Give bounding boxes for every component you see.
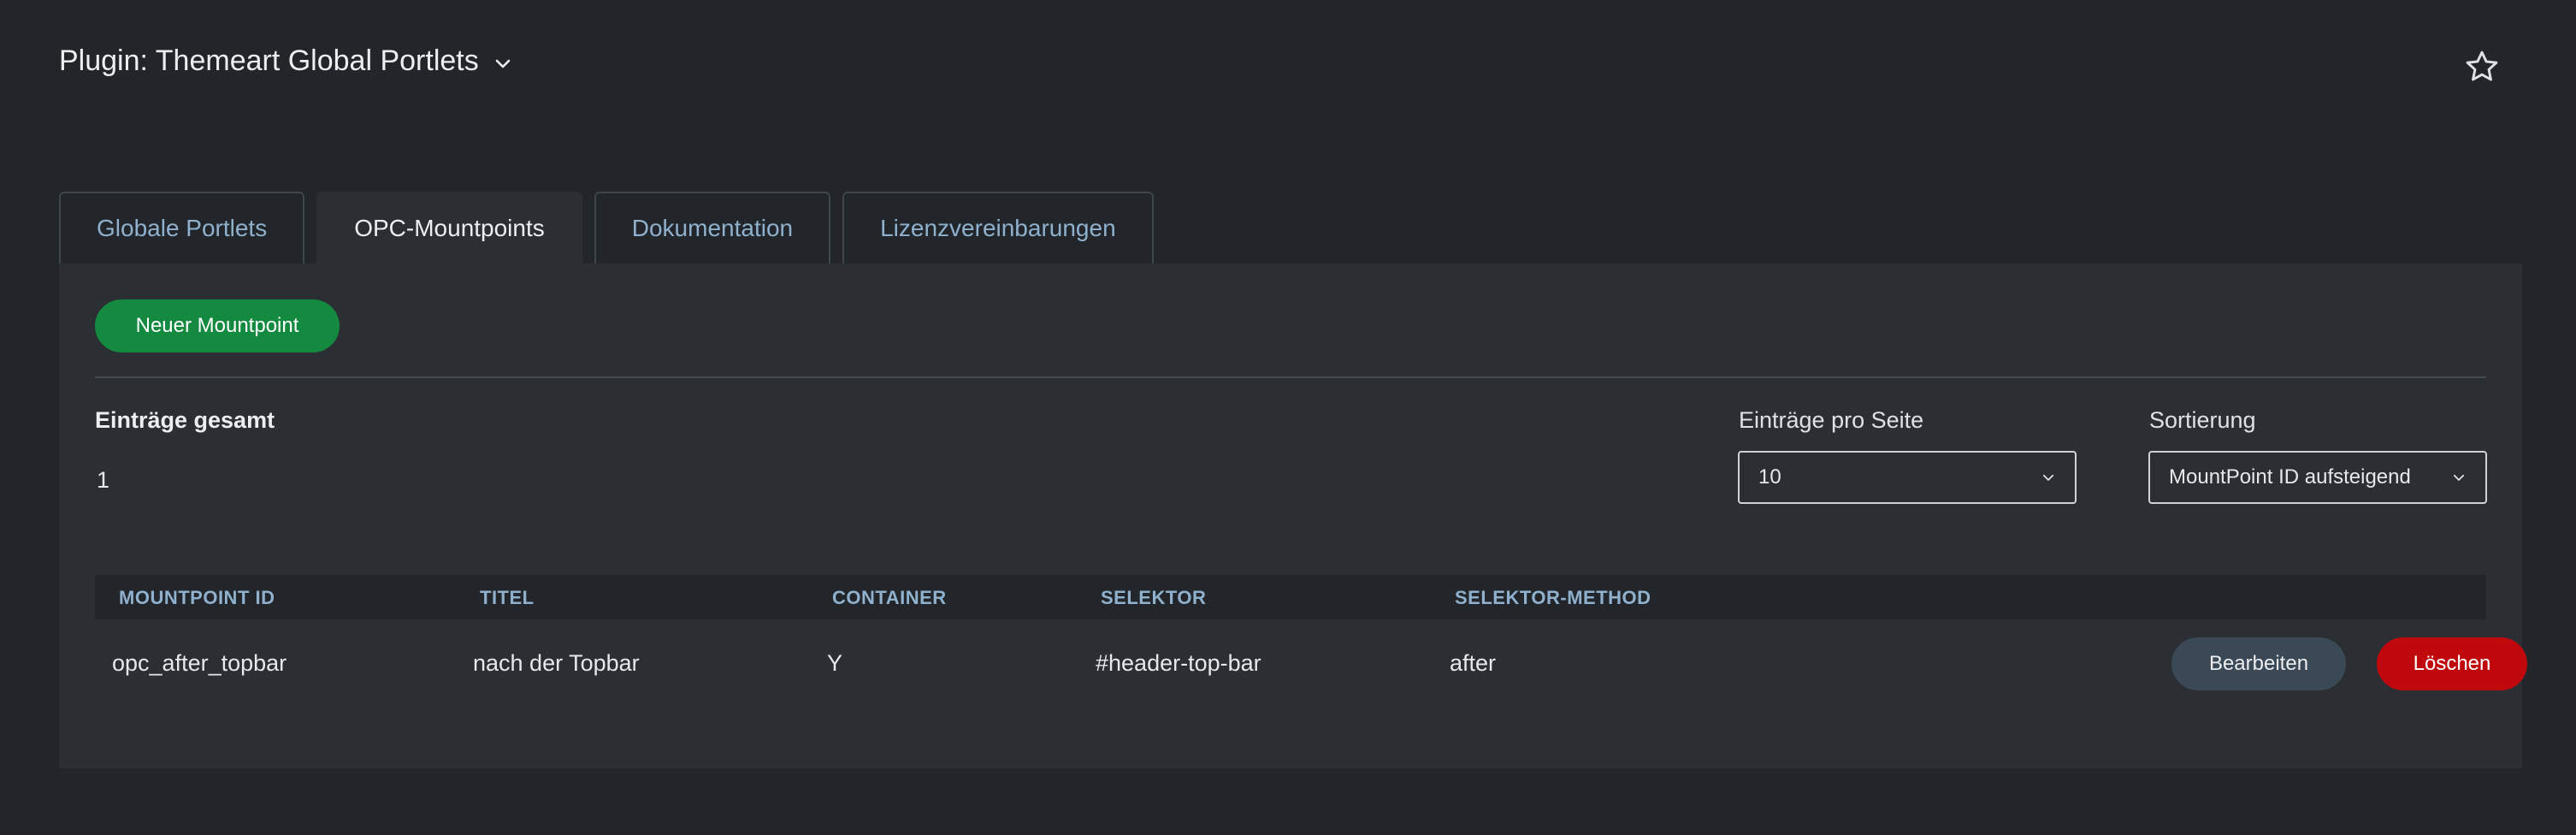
column-header-selektor-method[interactable]: SELEKTOR-METHOD	[1455, 587, 1651, 609]
tab-dokumentation[interactable]: Dokumentation	[594, 192, 831, 264]
page-header: Plugin: Themeart Global Portlets	[59, 44, 513, 78]
cell-container: Y	[827, 650, 843, 676]
cell-titel: nach der Topbar	[473, 650, 640, 676]
column-header-selektor[interactable]: SELEKTOR	[1101, 587, 1206, 609]
per-page-label: Einträge pro Seite	[1739, 407, 1924, 433]
total-entries-label: Einträge gesamt	[95, 407, 275, 433]
tab-globale-portlets[interactable]: Globale Portlets	[59, 192, 305, 264]
total-entries-value: 1	[97, 467, 110, 493]
star-icon[interactable]	[2463, 48, 2501, 86]
tab-panel: Neuer Mountpoint Einträge gesamt 1 Eintr…	[59, 264, 2527, 768]
per-page-select[interactable]: 10	[1738, 451, 2077, 504]
tab-lizenzvereinbarungen[interactable]: Lizenzvereinbarungen	[842, 192, 1154, 264]
column-header-titel[interactable]: TITEL	[480, 587, 535, 609]
delete-button[interactable]: Löschen	[2377, 637, 2527, 690]
cell-selektor: #header-top-bar	[1096, 650, 1261, 676]
tab-opc-mountpoints[interactable]: OPC-Mountpoints	[316, 192, 582, 264]
sorting-label: Sortierung	[2149, 407, 2256, 433]
column-header-mountpoint-id[interactable]: MOUNTPOINT ID	[119, 587, 275, 609]
edit-button[interactable]: Bearbeiten	[2171, 637, 2346, 690]
chevron-down-icon	[2453, 474, 2465, 481]
cell-mountpoint-id: opc_after_topbar	[112, 650, 287, 676]
chevron-down-icon	[2042, 474, 2054, 481]
divider	[95, 376, 2486, 378]
cell-selektor-method: after	[1450, 650, 1497, 676]
page-title: Plugin: Themeart Global Portlets	[59, 44, 479, 77]
sorting-select[interactable]: MountPoint ID aufsteigend	[2148, 451, 2487, 504]
tab-bar: Globale Portlets OPC-Mountpoints Dokumen…	[59, 192, 1154, 264]
table-row: opc_after_topbar nach der Topbar Y #head…	[95, 619, 2527, 707]
column-header-container[interactable]: CONTAINER	[832, 587, 947, 609]
chevron-down-icon[interactable]	[493, 54, 513, 74]
sorting-value: MountPoint ID aufsteigend	[2169, 465, 2411, 489]
new-mountpoint-button[interactable]: Neuer Mountpoint	[95, 299, 340, 352]
table-header: MOUNTPOINT ID TITEL CONTAINER SELEKTOR S…	[95, 575, 2486, 619]
per-page-value: 10	[1758, 465, 1781, 489]
